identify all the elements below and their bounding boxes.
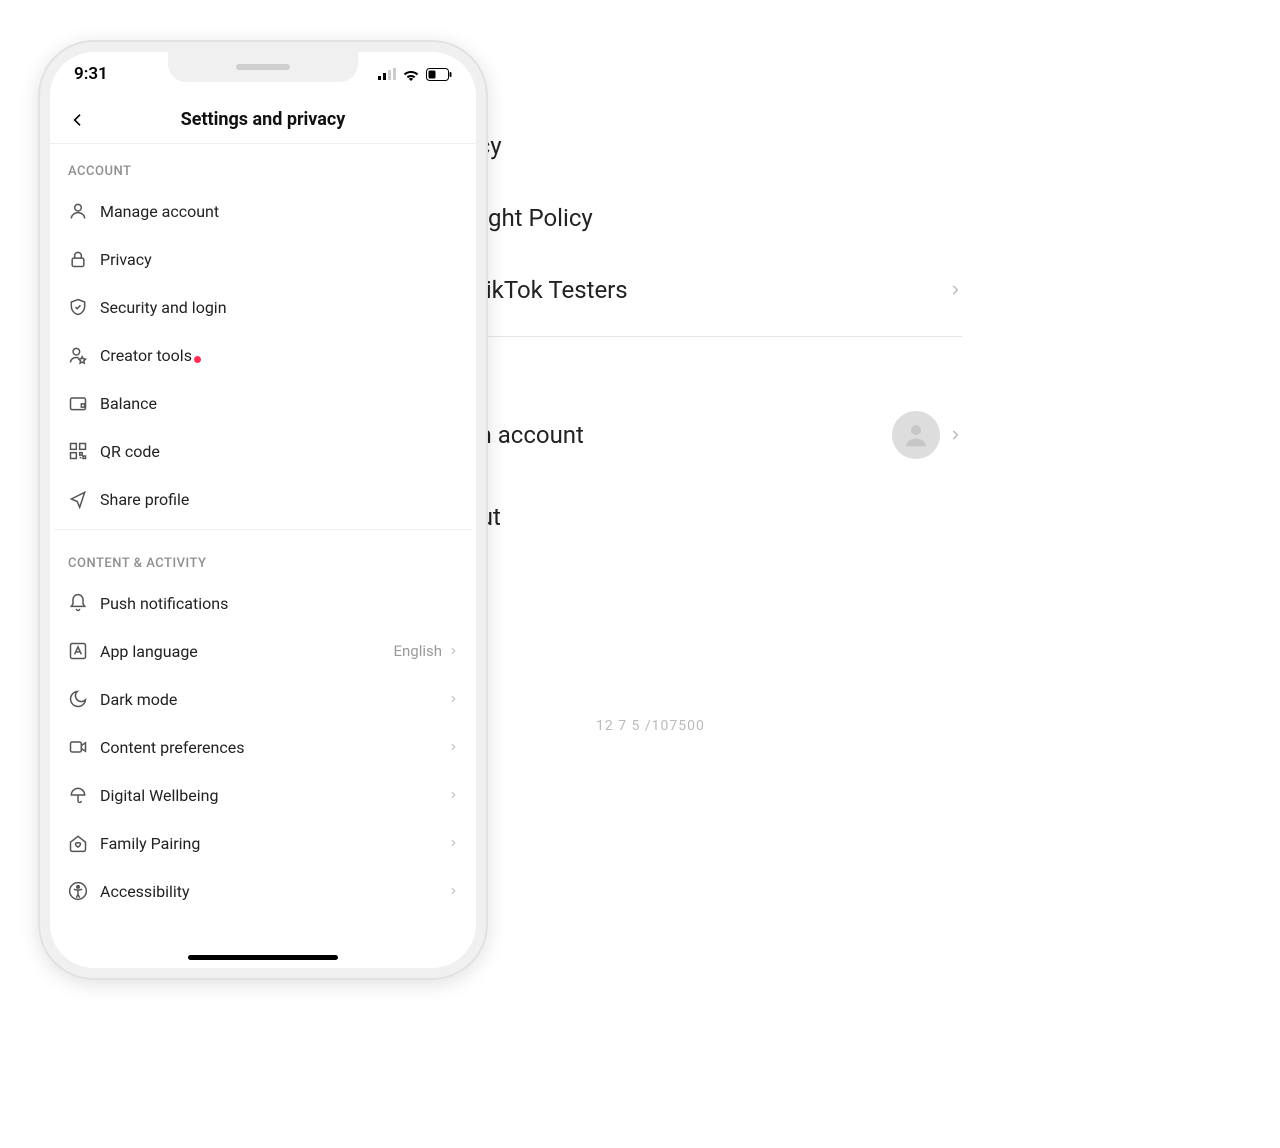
row-label: QR code bbox=[100, 442, 458, 461]
bg-switch-label: Switch account bbox=[420, 421, 892, 449]
bg-testers-label: Join TikTok Testers bbox=[420, 276, 948, 304]
nav-bar: Settings and privacy bbox=[50, 96, 476, 144]
row-label: Balance bbox=[100, 394, 458, 413]
row-privacy[interactable]: Privacy bbox=[54, 235, 472, 283]
battery-icon bbox=[426, 68, 452, 81]
row-label: App language bbox=[100, 642, 393, 661]
bell-icon bbox=[68, 593, 100, 613]
row-label: Accessibility bbox=[100, 882, 448, 901]
row-digital-wellbeing[interactable]: Digital Wellbeing bbox=[54, 771, 472, 819]
chevron-right-icon bbox=[448, 644, 458, 658]
share-icon bbox=[68, 489, 100, 509]
phone-frame: 9:31 bbox=[38, 40, 488, 980]
chevron-right-icon bbox=[448, 836, 458, 850]
bg-logout-label: Log out bbox=[420, 503, 962, 531]
row-family-pairing[interactable]: Family Pairing bbox=[54, 819, 472, 867]
row-label: Dark mode bbox=[100, 690, 448, 709]
row-label: Security and login bbox=[100, 298, 458, 317]
back-button[interactable] bbox=[64, 106, 92, 134]
lock-icon bbox=[68, 249, 100, 269]
video-icon bbox=[68, 737, 100, 757]
status-time: 9:31 bbox=[74, 64, 108, 84]
moon-icon bbox=[68, 689, 100, 709]
page-title: Settings and privacy bbox=[50, 109, 476, 130]
row-label: Manage account bbox=[100, 202, 458, 221]
notification-dot-icon bbox=[194, 356, 201, 363]
row-value: English bbox=[393, 642, 442, 660]
row-label: Privacy bbox=[100, 250, 458, 269]
row-content-preferences[interactable]: Content preferences bbox=[54, 723, 472, 771]
row-label: Content preferences bbox=[100, 738, 448, 757]
row-label: Share profile bbox=[100, 490, 458, 509]
bg-copyright-label: Copyright Policy bbox=[420, 204, 962, 232]
chevron-right-icon bbox=[948, 424, 962, 446]
chevron-right-icon bbox=[448, 692, 458, 706]
chevron-right-icon bbox=[948, 279, 962, 301]
chevron-right-icon bbox=[448, 740, 458, 754]
wifi-icon bbox=[402, 68, 420, 81]
shield-icon bbox=[68, 297, 100, 317]
row-accessibility[interactable]: Accessibility bbox=[54, 867, 472, 915]
umbrella-icon bbox=[68, 785, 100, 805]
home-heart-icon bbox=[68, 833, 100, 853]
row-manage-account[interactable]: Manage account bbox=[54, 187, 472, 235]
row-push-notifications[interactable]: Push notifications bbox=[54, 579, 472, 627]
cellular-icon bbox=[378, 68, 396, 80]
row-app-language[interactable]: App language English bbox=[54, 627, 472, 675]
row-label: Family Pairing bbox=[100, 834, 448, 853]
person-icon bbox=[68, 201, 100, 221]
section-header-content: CONTENT & ACTIVITY bbox=[54, 536, 472, 579]
phone-notch bbox=[168, 52, 358, 82]
qr-icon bbox=[68, 441, 100, 461]
row-dark-mode[interactable]: Dark mode bbox=[54, 675, 472, 723]
bg-policy-label: y Policy bbox=[420, 132, 962, 160]
accessibility-icon bbox=[68, 881, 100, 901]
section-header-account: ACCOUNT bbox=[54, 144, 472, 187]
row-creator-tools[interactable]: Creator tools bbox=[54, 331, 472, 379]
row-label: Digital Wellbeing bbox=[100, 786, 448, 805]
row-label: Creator tools bbox=[100, 346, 458, 365]
chevron-right-icon bbox=[448, 788, 458, 802]
bg-version-text: 12 7 5 /107500 bbox=[596, 718, 705, 734]
row-share-profile[interactable]: Share profile bbox=[54, 475, 472, 523]
row-label: Push notifications bbox=[100, 594, 458, 613]
row-balance[interactable]: Balance bbox=[54, 379, 472, 427]
avatar bbox=[892, 411, 940, 459]
home-indicator[interactable] bbox=[188, 955, 338, 960]
row-security-login[interactable]: Security and login bbox=[54, 283, 472, 331]
row-qr-code[interactable]: QR code bbox=[54, 427, 472, 475]
creator-icon bbox=[68, 345, 100, 365]
chevron-right-icon bbox=[448, 884, 458, 898]
wallet-icon bbox=[68, 393, 100, 413]
language-icon bbox=[68, 641, 100, 661]
